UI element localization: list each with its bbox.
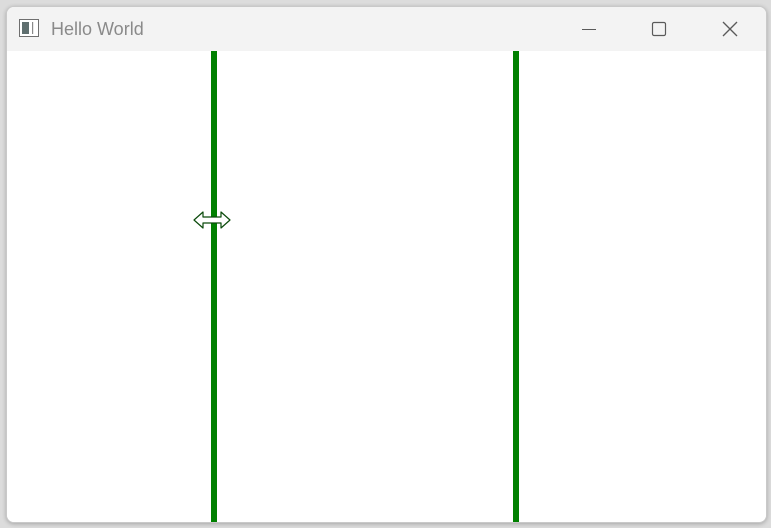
app-icon: [19, 19, 39, 37]
splitter-left[interactable]: [211, 51, 217, 522]
horizontal-resize-cursor-icon: [193, 211, 231, 229]
title-bar[interactable]: Hello World: [7, 7, 766, 51]
maximize-icon: [651, 21, 667, 37]
maximize-button[interactable]: [636, 7, 682, 51]
client-area: [7, 51, 766, 522]
minimize-button[interactable]: [566, 7, 612, 51]
app-window: Hello World: [6, 6, 767, 523]
minimize-icon: [582, 29, 596, 30]
close-icon: [722, 21, 738, 37]
close-button[interactable]: [707, 7, 753, 51]
splitter-right[interactable]: [513, 51, 519, 522]
window-title: Hello World: [51, 19, 144, 39]
